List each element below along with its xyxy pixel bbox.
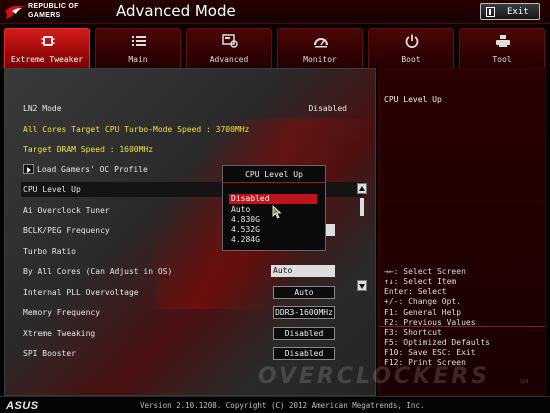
setting-label: Load Gamers' OC Profile <box>37 165 148 174</box>
popup-option[interactable]: 4.284G <box>229 235 317 245</box>
bclk-value-field[interactable] <box>325 224 335 236</box>
setting-label: SPI Booster <box>23 349 76 358</box>
brand-line2: GAMERS <box>28 12 61 19</box>
tab-label: Extreme Tweaker <box>10 55 84 64</box>
power-icon <box>405 34 419 48</box>
by-all-cores-input[interactable]: Auto <box>271 265 335 277</box>
memory-frequency-select[interactable]: DDR3-1600MHz <box>273 306 335 319</box>
version-text: Version 2.10.1208. Copyright (C) 2012 Am… <box>140 401 425 410</box>
asus-logo: ASUS <box>6 400 39 412</box>
help-panel: CPU Level Up →←: Select Screen ↑↓: Selec… <box>378 68 546 396</box>
help-key: ↑↓: Select Item <box>384 277 457 286</box>
setting-label: LN2 Mode <box>23 104 62 113</box>
settings-scrollbar[interactable] <box>357 183 367 291</box>
tab-main[interactable]: Main <box>95 28 181 68</box>
tab-boot[interactable]: Boot <box>368 28 454 68</box>
exit-button[interactable]: Exit <box>480 3 540 20</box>
help-key: F2: Previous Values <box>384 318 476 327</box>
setting-label: Internal PLL Overvoltage <box>23 288 139 297</box>
setting-value: Disabled <box>308 104 347 113</box>
rog-logo: REPUBLIC OF GAMERS <box>4 2 108 22</box>
tab-label: Boot <box>401 55 421 64</box>
help-key: F3: Shortcut <box>384 328 442 337</box>
help-key: +/-: Change Opt. <box>384 297 462 306</box>
tab-label: Monitor <box>303 55 337 64</box>
watermark-suffix: ua <box>520 377 529 385</box>
popup-option[interactable]: Disabled <box>229 194 317 204</box>
popup-option[interactable]: 4.532G <box>229 225 317 235</box>
cpu-chip-icon <box>41 36 55 46</box>
scroll-thumb[interactable] <box>360 198 364 216</box>
gauge-icon <box>314 38 328 48</box>
setting-by-all-cores[interactable]: By All Cores (Can Adjust in OS) Auto <box>23 264 363 279</box>
spi-booster-select[interactable]: Disabled <box>273 347 335 360</box>
setting-memory-frequency[interactable]: Memory Frequency DDR3-1600MHz <box>23 305 363 320</box>
xtreme-tweaking-select[interactable]: Disabled <box>273 327 335 340</box>
dram-speed-info: Target DRAM Speed : 1600MHz <box>23 145 154 154</box>
setting-label: Ai Overclock Tuner <box>23 206 110 215</box>
setting-label: By All Cores (Can Adjust in OS) <box>23 267 173 276</box>
exit-label: Exit <box>507 6 529 17</box>
setting-internal-pll-overvoltage[interactable]: Internal PLL Overvoltage Auto <box>23 285 363 300</box>
setting-label: Memory Frequency <box>23 308 101 317</box>
submenu-arrow-icon <box>23 163 34 174</box>
help-key: →←: Select Screen <box>384 267 466 276</box>
setting-xtreme-tweaking[interactable]: Xtreme Tweaking Disabled <box>23 326 363 341</box>
watermark-text: OVERCLOCKERS <box>258 364 491 389</box>
tab-advanced[interactable]: Advanced <box>186 28 272 68</box>
tab-label: Tool <box>492 55 512 64</box>
page-title: Advanced Mode <box>116 2 236 20</box>
setting-label: Xtreme Tweaking <box>23 329 96 338</box>
help-key: F10: Save ESC: Exit <box>384 348 476 357</box>
scroll-up-arrow-icon[interactable] <box>357 183 367 194</box>
advanced-settings-icon <box>222 34 238 48</box>
list-icon <box>132 36 146 46</box>
help-key: Enter: Select <box>384 287 447 296</box>
tab-bar: Extreme Tweaker Main Advanced Monitor Bo… <box>0 24 550 68</box>
brand-line1: REPUBLIC OF <box>28 3 79 10</box>
scroll-down-arrow-icon[interactable] <box>357 280 367 291</box>
tab-extreme-tweaker[interactable]: Extreme Tweaker <box>4 28 90 68</box>
cpu-turbo-speed-info: All Cores Target CPU Turbo-Mode Speed : … <box>23 125 250 134</box>
setting-label: Turbo Ratio <box>23 247 76 256</box>
help-key: F5: Optimized Defaults <box>384 338 490 347</box>
help-title: CPU Level Up <box>384 95 442 104</box>
tab-label: Advanced <box>209 55 249 64</box>
pll-overvoltage-select[interactable]: Auto <box>273 286 335 299</box>
footer-bar: ASUS Version 2.10.1208. Copyright (C) 20… <box>0 396 550 413</box>
setting-ln2-mode[interactable]: LN2 Mode Disabled <box>23 101 363 116</box>
printer-tool-icon <box>496 35 510 47</box>
popup-title: CPU Level Up <box>223 166 325 183</box>
tab-monitor[interactable]: Monitor <box>277 28 363 68</box>
rog-eye-icon <box>5 5 25 19</box>
help-key: F1: General Help <box>384 308 462 317</box>
tab-label: Main <box>128 55 148 64</box>
mouse-pointer-icon <box>272 205 282 219</box>
setting-label: BCLK/PEG Frequency <box>23 226 110 235</box>
top-bar: REPUBLIC OF GAMERS Advanced Mode Exit <box>0 0 550 24</box>
setting-label: CPU Level Up <box>23 185 81 194</box>
tab-tool[interactable]: Tool <box>459 28 545 68</box>
exit-icon <box>486 6 495 17</box>
setting-spi-booster[interactable]: SPI Booster Disabled <box>23 346 363 361</box>
